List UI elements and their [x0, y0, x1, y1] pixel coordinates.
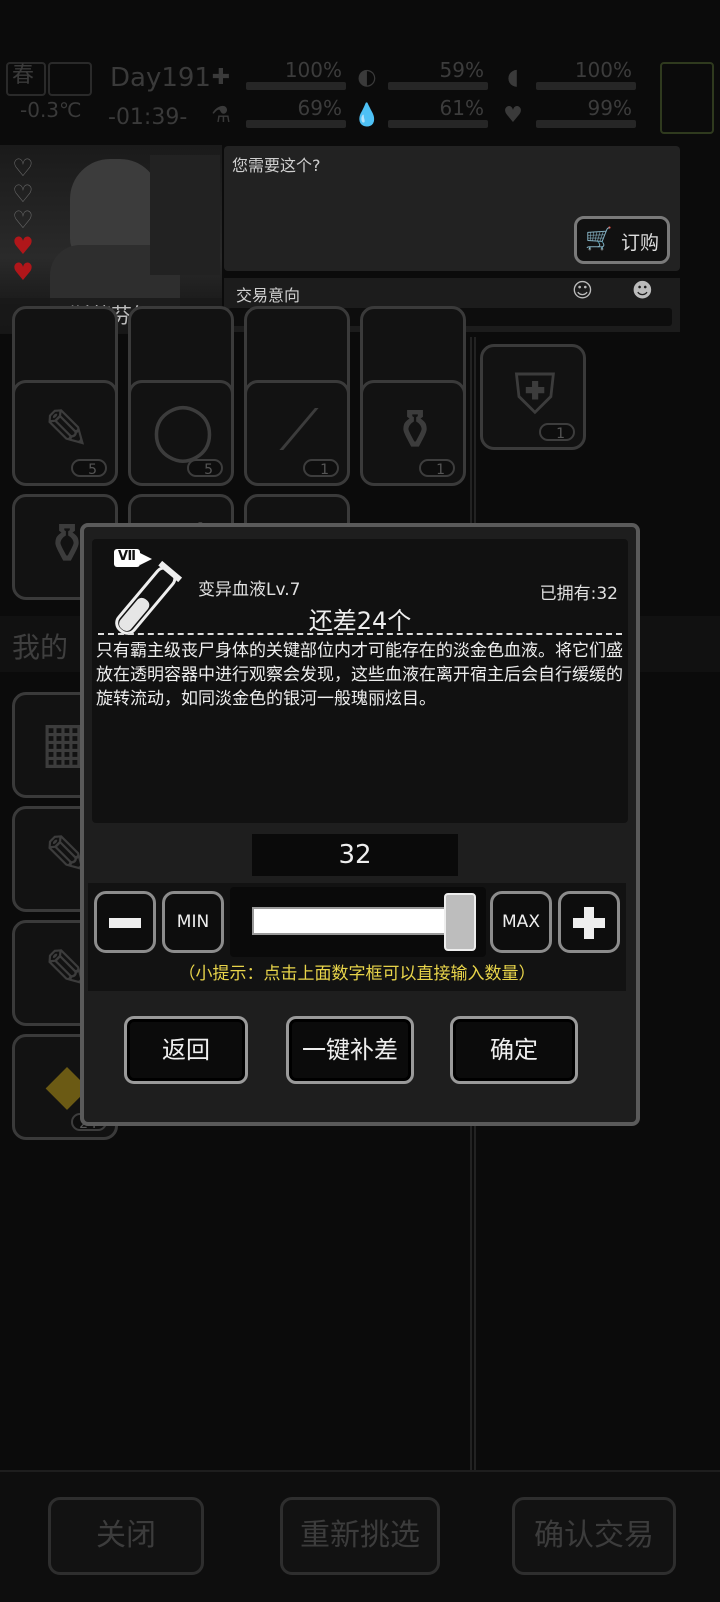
dialogue-box: 您需要这个? 🛒 订购 — [224, 146, 680, 271]
overlay-spacer — [224, 278, 680, 332]
heart-bar — [536, 120, 636, 128]
item-detail-panel: Ⅶ 变异血液Lv.7 已拥有:32 还差24个 只有霸主级丧尸身体的关键部位内才… — [92, 539, 628, 823]
hint-text: （小提示：点击上面数字框可以直接输入数量） — [178, 964, 536, 984]
day-counter: Day191 — [110, 63, 211, 93]
my-label: 我的 — [12, 631, 69, 664]
heart-value: 99% — [587, 96, 632, 120]
min-button[interactable]: MIN — [162, 891, 224, 953]
trader-face — [70, 159, 160, 259]
slider-thumb[interactable] — [444, 893, 476, 951]
quantity-input[interactable]: 32 — [252, 834, 458, 876]
order-label: 订购 — [621, 232, 660, 254]
item-count: 5 — [187, 459, 223, 478]
medkit-icon: ✚ — [211, 65, 231, 90]
shortfall-text: 还差24个 — [308, 607, 412, 635]
increase-button[interactable] — [558, 891, 620, 953]
confirm-trade-button[interactable]: 确认交易 — [512, 1497, 676, 1575]
close-button[interactable]: 关闭 — [48, 1497, 204, 1575]
inventory-slot[interactable]: ✎ 5 — [12, 380, 118, 486]
item-count: 1 — [539, 423, 575, 442]
heart-full-icon: ♥ — [12, 232, 34, 260]
rifle-icon: ⟋ — [279, 398, 319, 463]
flamethrower-icon: ⚱ — [391, 398, 439, 463]
item-count: 5 — [71, 459, 107, 478]
flask-icon: ⚗ — [211, 103, 231, 128]
max-button[interactable]: MAX — [490, 891, 552, 953]
item-grade: Ⅶ — [117, 549, 136, 564]
clock: -01:39- — [108, 105, 188, 130]
ring-icon: ◯ — [151, 398, 215, 463]
minus-icon — [109, 918, 141, 928]
fill-shortfall-button[interactable]: 一键补差 — [286, 1016, 414, 1084]
plus-icon-vertical — [584, 907, 594, 939]
item-count: 1 — [303, 459, 339, 478]
trader-offer-slot[interactable]: ⛨ 1 — [480, 344, 586, 450]
divider — [98, 633, 622, 635]
dialogue-text: 您需要这个? — [232, 156, 321, 175]
water-drop-icon: 💧 — [353, 103, 381, 128]
item-name: 变异血液Lv.7 — [198, 580, 301, 600]
cart-icon: 🛒 — [585, 227, 613, 252]
heart-empty-icon: ♡ — [12, 154, 34, 182]
armor-icon: ⛨ — [514, 362, 556, 427]
inventory-slot[interactable]: ◯ 5 — [128, 380, 234, 486]
energy-value: 100% — [574, 58, 632, 82]
quantity-dialog: Ⅶ 变异血液Lv.7 已拥有:32 还差24个 只有霸主级丧尸身体的关键部位内才… — [80, 523, 640, 1126]
thirst-bar — [388, 120, 488, 128]
season: 春 — [12, 63, 35, 88]
pill-icon: ◖ — [507, 65, 519, 90]
heart-icon: ♥ — [503, 103, 523, 128]
quantity-value: 32 — [338, 840, 372, 870]
back-button[interactable]: 返回 — [124, 1016, 248, 1084]
thirst-value: 61% — [439, 96, 484, 120]
heart-empty-icon: ♡ — [12, 206, 34, 234]
temperature: -0.3℃ — [20, 98, 82, 122]
backpack-icon[interactable] — [660, 62, 714, 134]
syringe-icon: ✎ — [43, 398, 91, 463]
heart-full-icon: ♥ — [12, 258, 34, 286]
slider-track[interactable] — [252, 907, 452, 935]
order-button[interactable]: 🛒 订购 — [574, 216, 670, 264]
confirm-button[interactable]: 确定 — [450, 1016, 578, 1084]
hunger-bar — [388, 82, 488, 90]
trader-background — [150, 155, 220, 275]
item-count: 1 — [419, 459, 455, 478]
decrease-button[interactable] — [94, 891, 156, 953]
heart-empty-icon: ♡ — [12, 180, 34, 208]
item-description: 只有霸主级丧尸身体的关键部位内才可能存在的淡金色血液。将它们盛放在透明容器中进行… — [96, 641, 623, 709]
mood-bar — [246, 120, 346, 128]
hunger-value: 59% — [439, 58, 484, 82]
mood-value: 69% — [297, 96, 342, 120]
health-value: 100% — [284, 58, 342, 82]
energy-bar — [536, 82, 636, 90]
reselect-button[interactable]: 重新挑选 — [280, 1497, 440, 1575]
inventory-slot[interactable]: ⚱ 1 — [360, 380, 466, 486]
weather-icon — [48, 62, 92, 96]
inventory-slot[interactable]: ⟋ 1 — [244, 380, 350, 486]
status-bar: 春 Day191 -0.3℃ -01:39- ✚ 100% ◐ 59% ◖ 10… — [0, 58, 720, 138]
health-bar — [246, 82, 346, 90]
stomach-icon: ◐ — [357, 65, 377, 90]
